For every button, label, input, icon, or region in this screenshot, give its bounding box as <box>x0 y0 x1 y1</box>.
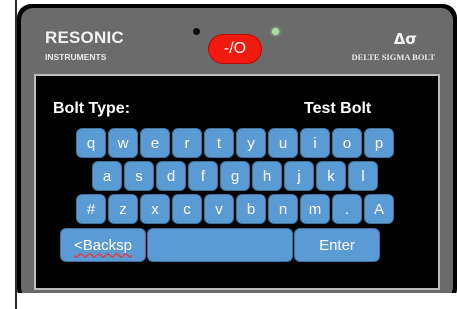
enter-button[interactable]: Enter <box>294 228 380 262</box>
key-h[interactable]: h <box>252 161 282 191</box>
key-t[interactable]: t <box>204 128 234 158</box>
key-a[interactable]: a <box>92 161 122 191</box>
on-screen-keyboard: q w e r t y u i o p a s d f g h j k l # … <box>60 128 402 268</box>
status-led-on <box>272 28 279 35</box>
brand-name: RESONIC <box>45 28 124 47</box>
key-m[interactable]: m <box>300 194 330 224</box>
key-shift-caps[interactable]: A <box>364 194 394 224</box>
key-f[interactable]: f <box>188 161 218 191</box>
key-y[interactable]: y <box>236 128 266 158</box>
key-e[interactable]: e <box>140 128 170 158</box>
bottom-margin <box>17 293 457 309</box>
key-l[interactable]: l <box>348 161 378 191</box>
key-c[interactable]: c <box>172 194 202 224</box>
power-button[interactable]: -/O <box>208 34 262 64</box>
key-u[interactable]: u <box>268 128 298 158</box>
backspace-button[interactable]: <Backsp <box>60 228 146 262</box>
bolt-type-value: Test Bolt <box>304 100 372 117</box>
key-d[interactable]: d <box>156 161 186 191</box>
status-led-off <box>193 28 200 35</box>
key-x[interactable]: x <box>140 194 170 224</box>
device-frame: RESONIC INSTRUMENTS -/O Δσ DELTE SIGMA B… <box>17 4 457 303</box>
key-r[interactable]: r <box>172 128 202 158</box>
display-screen: Bolt Type: Test Bolt q w e r t y u i o p… <box>34 74 440 290</box>
key-z[interactable]: z <box>108 194 138 224</box>
key-period[interactable]: . <box>332 194 362 224</box>
page: RESONIC INSTRUMENTS -/O Δσ DELTE SIGMA B… <box>0 0 457 309</box>
bolt-type-label: Bolt Type: <box>53 100 131 117</box>
key-g[interactable]: g <box>220 161 250 191</box>
device-bezel: RESONIC INSTRUMENTS -/O Δσ DELTE SIGMA B… <box>21 8 453 299</box>
key-n[interactable]: n <box>268 194 298 224</box>
key-s[interactable]: s <box>124 161 154 191</box>
key-v[interactable]: v <box>204 194 234 224</box>
key-j[interactable]: j <box>284 161 314 191</box>
key-i[interactable]: i <box>300 128 330 158</box>
key-b[interactable]: b <box>236 194 266 224</box>
delta-sigma-symbol: Δσ <box>393 30 417 48</box>
model-name: DELTE SIGMA BOLT <box>351 52 435 62</box>
key-hash[interactable]: # <box>76 194 106 224</box>
key-o[interactable]: o <box>332 128 362 158</box>
spacebar[interactable] <box>147 228 293 262</box>
key-k[interactable]: k <box>316 161 346 191</box>
key-w[interactable]: w <box>108 128 138 158</box>
brand-subtitle: INSTRUMENTS <box>45 52 107 62</box>
key-p[interactable]: p <box>364 128 394 158</box>
key-q[interactable]: q <box>76 128 106 158</box>
